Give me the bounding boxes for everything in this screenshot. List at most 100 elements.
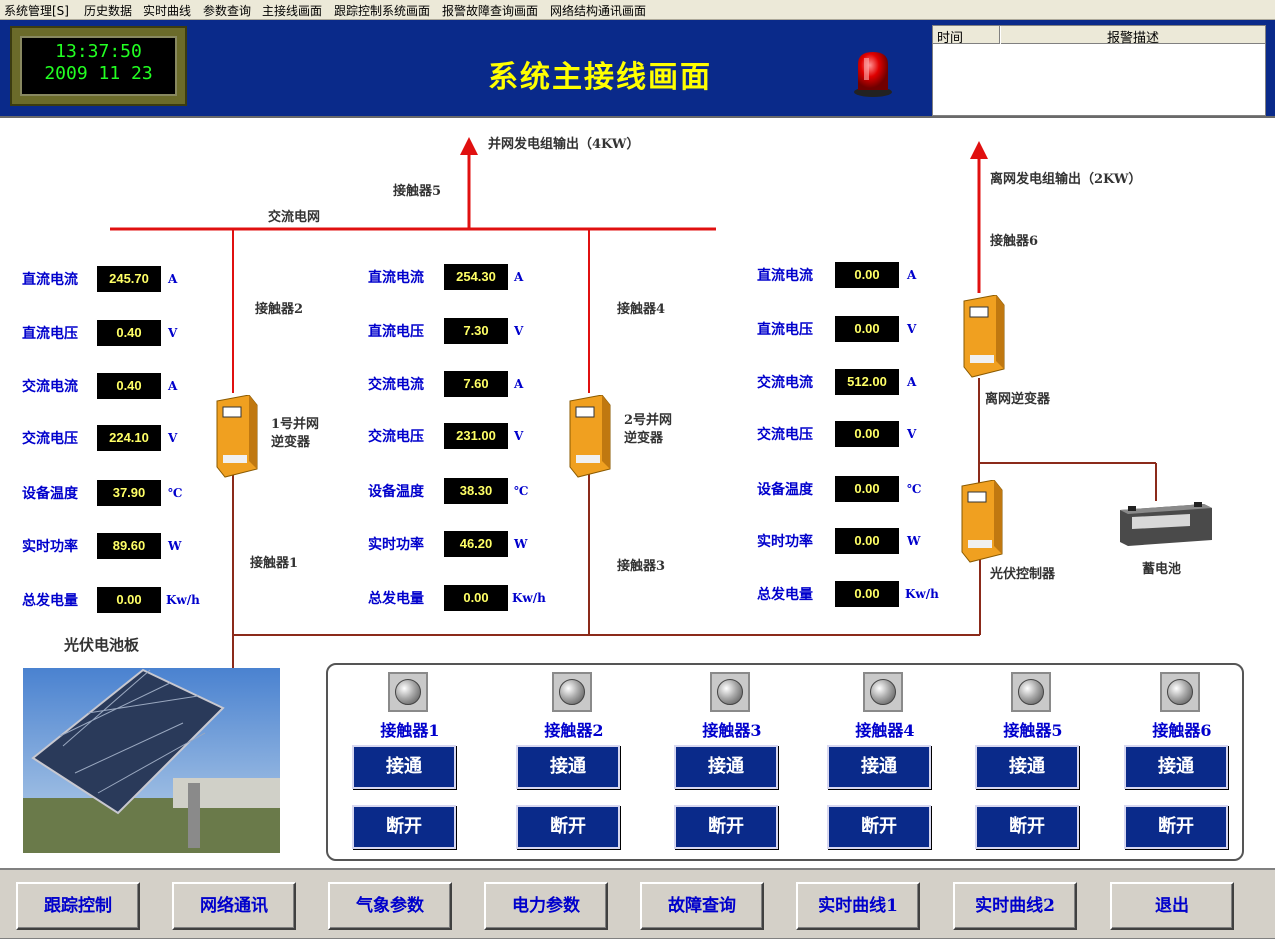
clock-time: 13:37:50 — [55, 41, 142, 62]
contactor5-label: 接触器5 — [393, 184, 442, 199]
offgrid-output-label: 离网发电组输出（2KW） — [990, 172, 1142, 187]
param-value: 0.00 — [835, 528, 899, 554]
param-unit: ℃ — [514, 484, 529, 498]
realtime-curve1-button[interactable]: 实时曲线1 — [796, 882, 920, 930]
menu-item-main-wiring[interactable]: 主接线画面 — [262, 2, 322, 19]
contactor-2-on-button[interactable]: 接通 — [516, 745, 620, 789]
contactor-3-on-button[interactable]: 接通 — [674, 745, 778, 789]
param-unit: W — [168, 539, 182, 553]
contactor3-label: 接触器3 — [617, 559, 666, 574]
param-unit: Kw/h — [166, 593, 200, 607]
param-value: 231.00 — [444, 423, 508, 449]
menu-item-network[interactable]: 网络结构通讯画面 — [550, 2, 646, 19]
clock-date: 2009 11 23 — [44, 63, 153, 84]
exit-button[interactable]: 退出 — [1110, 882, 1234, 930]
contactor-1-off-button[interactable]: 断开 — [352, 805, 456, 849]
param-label: 直流电压 — [757, 322, 813, 338]
param-value: 0.00 — [97, 587, 161, 613]
param-label: 直流电流 — [757, 268, 813, 284]
param-label: 设备温度 — [22, 486, 78, 502]
inverter-icon[interactable] — [566, 395, 612, 479]
param-label: 直流电流 — [22, 272, 78, 288]
contactor-1-indicator-icon — [388, 672, 428, 712]
param-value: 0.00 — [835, 316, 899, 342]
param-value: 0.00 — [835, 262, 899, 288]
contactor6-label: 接触器6 — [990, 234, 1039, 249]
weather-params-button[interactable]: 气象参数 — [328, 882, 452, 930]
alarm-col-desc[interactable]: 报警描述 — [1001, 27, 1265, 46]
param-unit: V — [168, 326, 178, 340]
alarm-table-header: 时间 报警描述 — [933, 26, 1265, 46]
param-value: 512.00 — [835, 369, 899, 395]
pv-panel-label: 光伏电池板 — [64, 636, 140, 654]
contactor4-label: 接触器4 — [617, 302, 666, 317]
page-title: 系统主接线画面 — [488, 60, 712, 95]
param-unit: A — [168, 379, 178, 393]
alarm-table[interactable]: 时间 报警描述 — [932, 25, 1266, 116]
contactor-2-indicator-icon — [552, 672, 592, 712]
param-label: 交流电压 — [368, 429, 424, 445]
contactor-4-indicator-icon — [863, 672, 903, 712]
param-label: 直流电流 — [368, 270, 424, 286]
status-strip — [0, 938, 1275, 944]
param-unit: V — [907, 427, 917, 441]
contactor-6-off-button[interactable]: 断开 — [1124, 805, 1228, 849]
param-unit: A — [514, 270, 524, 284]
param-label: 总发电量 — [22, 593, 78, 609]
fault-query-button[interactable]: 故障查询 — [640, 882, 764, 930]
alarm-col-time[interactable]: 时间 — [937, 27, 963, 46]
menu-item-param-query[interactable]: 参数查询 — [203, 2, 251, 19]
inverter-icon[interactable] — [960, 295, 1006, 379]
contactor-control-panel: 接触器1 接通 断开 接触器2 接通 断开 接触器3 接通 断开 接触器4 接通 断开 接触器5 接通 断开… — [326, 663, 1244, 861]
contactor-1-on-button[interactable]: 接通 — [352, 745, 456, 789]
bottom-nav-bar: 跟踪控制 网络通讯 气象参数 电力参数 故障查询 实时曲线1 实时曲线2 退出 — [0, 868, 1275, 944]
grid-output-label: 并网发电组输出（4KW） — [488, 137, 640, 152]
contactor-6-on-button[interactable]: 接通 — [1124, 745, 1228, 789]
power-params-button[interactable]: 电力参数 — [484, 882, 608, 930]
clock-panel: 13:37:50 2009 11 23 — [10, 26, 187, 106]
param-value: 0.00 — [835, 421, 899, 447]
param-unit: ℃ — [907, 482, 922, 496]
contactor-4-off-button[interactable]: 断开 — [827, 805, 931, 849]
contactor-3-label: 接触器3 — [702, 721, 762, 740]
contactor-5-label: 接触器5 — [1003, 721, 1063, 740]
param-label: 设备温度 — [368, 484, 424, 500]
param-label: 实时功率 — [757, 534, 813, 550]
menu-item-alarm[interactable]: 报警故障查询画面 — [442, 2, 538, 19]
tracking-control-button[interactable]: 跟踪控制 — [16, 882, 140, 930]
ac-grid-label: 交流电网 — [268, 210, 321, 225]
param-value: 46.20 — [444, 531, 508, 557]
contactor-4-label: 接触器4 — [855, 721, 915, 740]
contactor-5-on-button[interactable]: 接通 — [975, 745, 1079, 789]
param-value: 7.30 — [444, 318, 508, 344]
contactor-5-off-button[interactable]: 断开 — [975, 805, 1079, 849]
param-value: 38.30 — [444, 478, 508, 504]
param-label: 交流电压 — [757, 427, 813, 443]
param-unit: ℃ — [168, 486, 183, 500]
contactor-2-label: 接触器2 — [544, 721, 604, 740]
network-comm-button[interactable]: 网络通讯 — [172, 882, 296, 930]
menu-item-realtime-curve[interactable]: 实时曲线 — [143, 2, 191, 19]
battery-label: 蓄电池 — [1142, 562, 1182, 577]
param-value: 0.00 — [444, 585, 508, 611]
controller-icon[interactable] — [958, 480, 1004, 564]
param-unit: V — [514, 324, 524, 338]
param-value: 0.40 — [97, 373, 161, 399]
param-label: 直流电压 — [368, 324, 424, 340]
contactor-2-off-button[interactable]: 断开 — [516, 805, 620, 849]
menu-item-tracking[interactable]: 跟踪控制系统画面 — [334, 2, 430, 19]
inverter-icon[interactable] — [213, 395, 259, 479]
param-label: 设备温度 — [757, 482, 813, 498]
param-label: 交流电流 — [22, 379, 78, 395]
param-unit: A — [907, 375, 917, 389]
menu-item-history[interactable]: 历史数据 — [84, 2, 132, 19]
contactor-3-off-button[interactable]: 断开 — [674, 805, 778, 849]
realtime-curve2-button[interactable]: 实时曲线2 — [953, 882, 1077, 930]
param-unit: V — [907, 322, 917, 336]
menu-item-system[interactable]: 系统管理[S] — [4, 2, 69, 19]
contactor-4-on-button[interactable]: 接通 — [827, 745, 931, 789]
inverter2-label: 2号并网 逆变器 — [624, 413, 673, 446]
param-unit: Kw/h — [512, 591, 546, 605]
param-label: 交流电压 — [22, 431, 78, 447]
header: 13:37:50 2009 11 23 系统主接线画面 时间 报警描述 — [0, 20, 1275, 118]
